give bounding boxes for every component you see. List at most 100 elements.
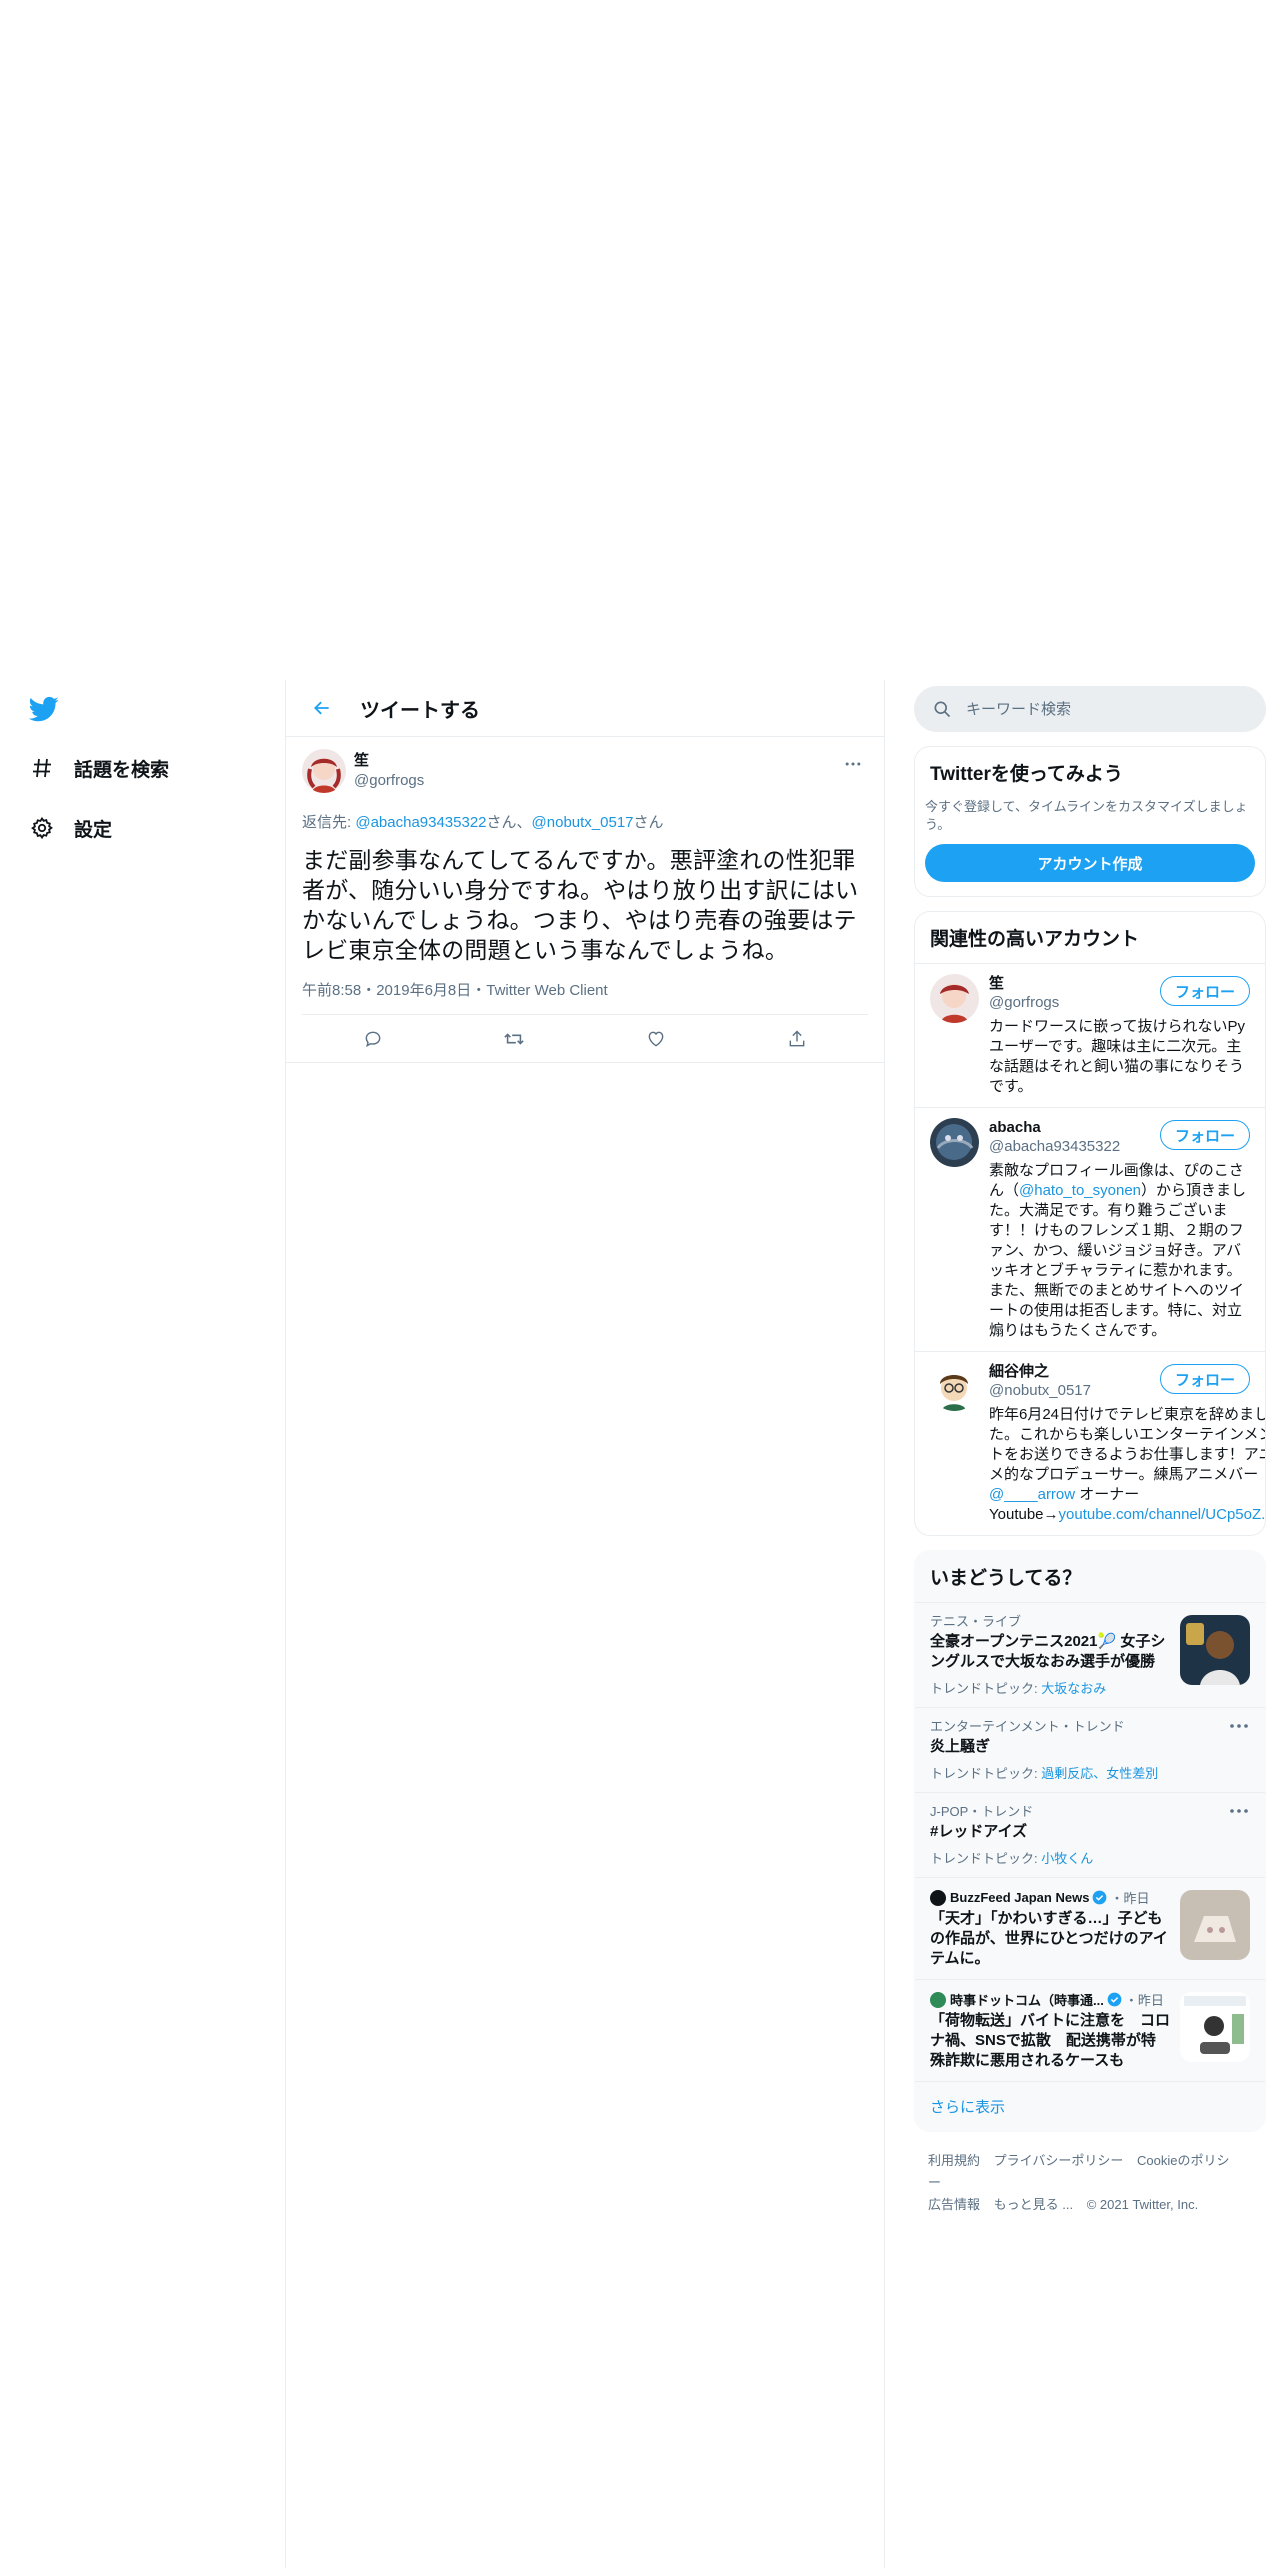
source-name: 時事ドットコム（時事通... <box>950 1993 1104 2008</box>
bio-mention-link[interactable]: @____arrow <box>989 1486 1075 1503</box>
retweet-icon[interactable] <box>496 1021 532 1057</box>
more-options-icon[interactable] <box>1227 1716 1251 1736</box>
trend-title: #レッドアイズ <box>930 1823 1028 1840</box>
reply-icon[interactable] <box>355 1021 391 1057</box>
bio-text: 昨年6月24日付けでテレビ東京を辞めました。これからも楽しいエンターテインメント… <box>989 1406 1266 1483</box>
news-title: 「天才」「かわいすぎる…」子どもの作品が、世界にひとつだけのアイテムに。 <box>930 1910 1168 1967</box>
account-item[interactable]: 笙 @gorfrogs カードワースに嵌って抜けられないPyユーザーです。趣味は… <box>915 963 1265 1107</box>
trend-topic-link[interactable]: 過剰反応、女性差別 <box>1041 1766 1158 1781</box>
reply-suffix: さん <box>633 814 664 831</box>
page-header: ツイートする <box>286 680 884 737</box>
search-icon <box>932 699 952 719</box>
signup-card: Twitterを使ってみよう 今すぐ登録して、タイムラインをカスタマイズしましょ… <box>914 746 1266 897</box>
trend-title: 炎上騒ぎ <box>930 1738 991 1755</box>
follow-button[interactable]: フォロー <box>1159 976 1250 1006</box>
ads-link[interactable]: 広告情報 <box>928 2197 980 2212</box>
search-input[interactable] <box>966 700 1226 718</box>
account-item[interactable]: 細谷伸之 @nobutx_0517 昨年6月24日付けでテレビ東京を辞めました。… <box>915 1351 1265 1535</box>
avatar[interactable] <box>930 974 979 1023</box>
avatar[interactable] <box>930 1118 979 1167</box>
news-thumbnail <box>1180 1890 1250 1960</box>
nav-settings-label: 設定 <box>74 819 113 841</box>
share-icon[interactable] <box>779 1021 815 1057</box>
news-time: ・昨日 <box>1110 1891 1150 1906</box>
news-title: 「荷物転送」バイトに注意を コロナ禍、SNSで拡散 配送携帯が特殊詐欺に悪用され… <box>930 2012 1171 2069</box>
tweet-detail: 笙 @gorfrogs 返信先: @abacha93435322さん、@nobu… <box>286 737 884 1063</box>
source-logo-icon <box>930 1889 946 1906</box>
news-time: ・昨日 <box>1124 1993 1164 2008</box>
copyright: © 2021 Twitter, Inc. <box>1086 2197 1199 2212</box>
tweet-actions <box>286 1015 884 1063</box>
bio-text: ）から頂きました。大満足です。有り難うございます！！けものフレンズ１期、２期のフ… <box>989 1182 1247 1339</box>
reply-prefix: 返信先: <box>302 814 356 831</box>
trend-topics: トレンドトピック: 小牧くん <box>930 1848 1250 1867</box>
tweet-text: まだ副参事なんてしてるんですか。悪評塗れの性犯罪者が、随分いい身分ですね。やはり… <box>302 847 859 963</box>
right-sidebar: Twitterを使ってみよう 今すぐ登録して、タイムラインをカスタマイズしましょ… <box>914 686 1266 2234</box>
trend-topic-link[interactable]: 大坂なおみ <box>1041 1681 1106 1696</box>
verified-badge-icon <box>1092 1890 1107 1905</box>
trend-topics-label: トレンドトピック: <box>930 1681 1042 1696</box>
tweet-author-name[interactable]: 笙 <box>354 751 424 771</box>
verified-badge-icon <box>1107 1992 1122 2007</box>
trend-category: J-POP・トレンド <box>930 1804 1034 1819</box>
tweet-timestamp[interactable]: 午前8:58・2019年6月8日・Twitter Web Client <box>302 979 868 1015</box>
reply-user-link[interactable]: @abacha93435322 <box>355 814 486 831</box>
create-account-button[interactable]: アカウント作成 <box>925 844 1255 882</box>
follow-button[interactable]: フォロー <box>1159 1364 1250 1394</box>
trend-category: テニス・ライブ <box>930 1614 1022 1629</box>
gear-icon <box>28 814 56 842</box>
terms-link[interactable]: 利用規約 <box>928 2153 980 2168</box>
source-name: BuzzFeed Japan News <box>950 1890 1090 1905</box>
bio-url-link[interactable]: youtube.com/channel/UCp5oZ... <box>1059 1506 1265 1523</box>
trend-topics-label: トレンドトピック: <box>930 1851 1042 1866</box>
privacy-link[interactable]: プライバシーポリシー <box>994 2153 1124 2168</box>
trend-item[interactable]: テニス・ライブ 全豪オープンテニス2021🎾 女子シングルスで大坂なおみ選手が優… <box>915 1602 1265 1707</box>
show-more-link[interactable]: さらに表示 <box>915 2081 1265 2131</box>
trends-card: いまどうしてる？ テニス・ライブ 全豪オープンテニス2021🎾 女子シングルスで… <box>914 1550 1266 2132</box>
trend-item[interactable]: J-POP・トレンド #レッドアイズ トレンドトピック: 小牧くん <box>915 1792 1265 1877</box>
reply-to-line: 返信先: @abacha93435322さん、@nobutx_0517さん <box>302 813 868 833</box>
nav-explore-label: 話題を検索 <box>74 759 170 781</box>
news-item[interactable]: 時事ドットコム（時事通... ・昨日 「荷物転送」バイトに注意を コロナ禍、SN… <box>915 1979 1265 2081</box>
footer: 利用規約 プライバシーポリシー Cookieのポリシー 広告情報 もっと見る .… <box>914 2132 1266 2234</box>
tweet-author-handle[interactable]: @gorfrogs <box>354 771 424 791</box>
nav-settings[interactable]: 設定 <box>28 808 112 848</box>
more-options-icon[interactable] <box>1227 1801 1251 1821</box>
trend-thumbnail <box>1180 1615 1250 1685</box>
trend-title: 全豪オープンテニス2021🎾 女子シングルスで大坂なおみ選手が優勝 <box>930 1633 1166 1670</box>
back-arrow-icon[interactable] <box>304 690 340 726</box>
more-options-icon[interactable] <box>838 749 868 779</box>
account-bio: 素敵なプロフィール画像は、ぴのこさん（@hato_to_syonen）から頂きま… <box>989 1161 1250 1341</box>
source-logo-icon <box>930 1991 946 2008</box>
related-title: 関連性の高いアカウント <box>930 929 1140 950</box>
account-item[interactable]: abacha @abacha93435322 素敵なプロフィール画像は、ぴのこさ… <box>915 1107 1265 1351</box>
nav-explore[interactable]: 話題を検索 <box>28 748 169 788</box>
signup-description: 今すぐ登録して、タイムラインをカスタマイズしましょう。 <box>925 799 1248 832</box>
reply-user-link[interactable]: @nobutx_0517 <box>532 814 634 831</box>
news-source: 時事ドットコム（時事通... ・昨日 <box>930 1990 1170 2009</box>
page-title: ツイートする <box>360 699 480 722</box>
signup-title: Twitterを使ってみよう <box>930 764 1123 785</box>
account-bio: カードワースに嵌って抜けられないPyユーザーです。趣味は主に二次元。主な話題はそ… <box>989 1018 1246 1095</box>
news-thumbnail <box>1180 1992 1250 2062</box>
search-box[interactable] <box>914 686 1266 732</box>
trend-topic-link[interactable]: 小牧くん <box>1041 1851 1093 1866</box>
bio-mention-link[interactable]: @hato_to_syonen <box>1019 1182 1141 1199</box>
news-item[interactable]: BuzzFeed Japan News ・昨日 「天才」「かわいすぎる…」子ども… <box>915 1877 1265 1979</box>
trend-category: エンターテインメント・トレンド <box>930 1719 1125 1734</box>
avatar[interactable] <box>930 1362 979 1411</box>
avatar[interactable] <box>302 749 346 793</box>
like-icon[interactable] <box>638 1021 674 1057</box>
twitter-logo-icon[interactable] <box>28 694 62 724</box>
trends-title: いまどうしてる？ <box>930 1568 1082 1589</box>
more-link[interactable]: もっと見る ... <box>994 2197 1073 2212</box>
news-source: BuzzFeed Japan News ・昨日 <box>930 1888 1170 1907</box>
tweet-header: 笙 @gorfrogs <box>302 749 868 803</box>
trend-topics: トレンドトピック: 過剰反応、女性差別 <box>930 1763 1250 1782</box>
trend-item[interactable]: エンターテインメント・トレンド 炎上騒ぎ トレンドトピック: 過剰反応、女性差別 <box>915 1707 1265 1792</box>
main-column: ツイートする 笙 @gorfrogs 返信先: @abacha93435322 さ… <box>285 680 885 2568</box>
hashtag-icon <box>28 754 56 782</box>
left-nav: 話題を検索 設定 <box>0 680 285 2568</box>
follow-button[interactable]: フォロー <box>1159 1120 1250 1150</box>
related-accounts-card: 関連性の高いアカウント 笙 @gorfrogs カードワースに嵌って抜けられない… <box>914 911 1266 1536</box>
